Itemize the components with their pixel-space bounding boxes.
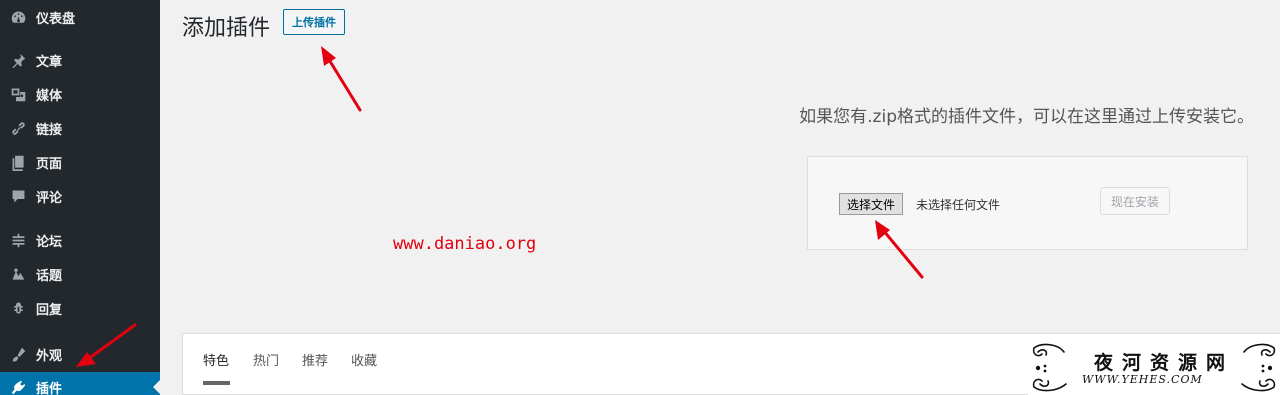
sidebar-item-forums[interactable]: 论坛 <box>0 225 160 255</box>
active-tab-indicator <box>203 381 230 385</box>
upload-plugin-button[interactable]: 上传插件 <box>283 9 345 35</box>
sidebar-item-label: 媒体 <box>36 88 63 104</box>
sidebar-item-posts[interactable]: 文章 <box>0 45 160 75</box>
watermark-url: www.daniao.org <box>393 234 537 254</box>
upload-hint-text: 如果您有.zip格式的插件文件，可以在这里通过上传安装它。 <box>799 107 1254 127</box>
plugin-icon <box>9 378 27 395</box>
install-now-button[interactable]: 现在安装 <box>1100 187 1171 215</box>
arrow-to-upload-icon <box>326 56 362 112</box>
tab-featured[interactable]: 特色 <box>203 350 229 369</box>
sidebar-item-label: 文章 <box>36 54 63 70</box>
sidebar-item-label: 评论 <box>36 190 63 206</box>
choose-file-button[interactable]: 选择文件 <box>839 193 904 215</box>
tab-favorites[interactable]: 收藏 <box>351 350 377 369</box>
sidebar-item-replies[interactable]: 回复 <box>0 293 160 323</box>
sidebar-item-label: 论坛 <box>36 234 63 250</box>
no-file-chosen-label: 未选择任何文件 <box>916 198 1001 212</box>
page-icon <box>9 153 27 171</box>
sidebar-item-topics[interactable]: 话题 <box>0 259 160 289</box>
media-icon <box>9 85 27 103</box>
sidebar-item-links[interactable]: 链接 <box>0 113 160 143</box>
upload-form: 选择文件 未选择任何文件 现在安装 <box>807 156 1248 250</box>
tab-recommended[interactable]: 推荐 <box>302 350 328 369</box>
sidebar-item-label: 仪表盘 <box>36 11 76 27</box>
sidebar-item-appearance[interactable]: 外观 <box>0 339 160 369</box>
sidebar-item-comments[interactable]: 评论 <box>0 181 160 211</box>
topic-icon <box>9 265 27 283</box>
link-icon <box>9 119 27 137</box>
logo-title: 夜河资源网 <box>1094 352 1235 374</box>
reply-icon <box>9 299 27 317</box>
sidebar-item-plugins[interactable]: 插件 <box>0 372 160 395</box>
page-title: 添加插件 <box>182 16 271 41</box>
sidebar-item-media[interactable]: 媒体 <box>0 79 160 109</box>
logo-subtitle: WWW.YEHES.COM <box>1082 373 1203 386</box>
sidebar-item-pages[interactable]: 页面 <box>0 147 160 177</box>
sidebar-item-label: 插件 <box>36 381 63 395</box>
admin-sidebar: 仪表盘 文章 媒体 链接 页面 评论 论坛 话题 回复 外观 插件 <box>0 0 160 395</box>
sidebar-item-label: 页面 <box>36 156 63 172</box>
forum-icon <box>9 231 27 249</box>
sidebar-item-label: 链接 <box>36 122 63 138</box>
dashboard-icon <box>9 8 27 26</box>
pin-icon <box>9 51 27 69</box>
sidebar-item-label: 话题 <box>36 268 63 284</box>
appearance-icon <box>9 345 27 363</box>
comment-icon <box>9 187 27 205</box>
tab-popular[interactable]: 热门 <box>253 350 279 369</box>
sidebar-item-dashboard[interactable]: 仪表盘 <box>0 2 160 32</box>
sidebar-item-label: 外观 <box>36 348 63 364</box>
site-logo: 夜河资源网 WWW.YEHES.COM <box>1028 340 1280 395</box>
sidebar-item-label: 回复 <box>36 302 63 318</box>
